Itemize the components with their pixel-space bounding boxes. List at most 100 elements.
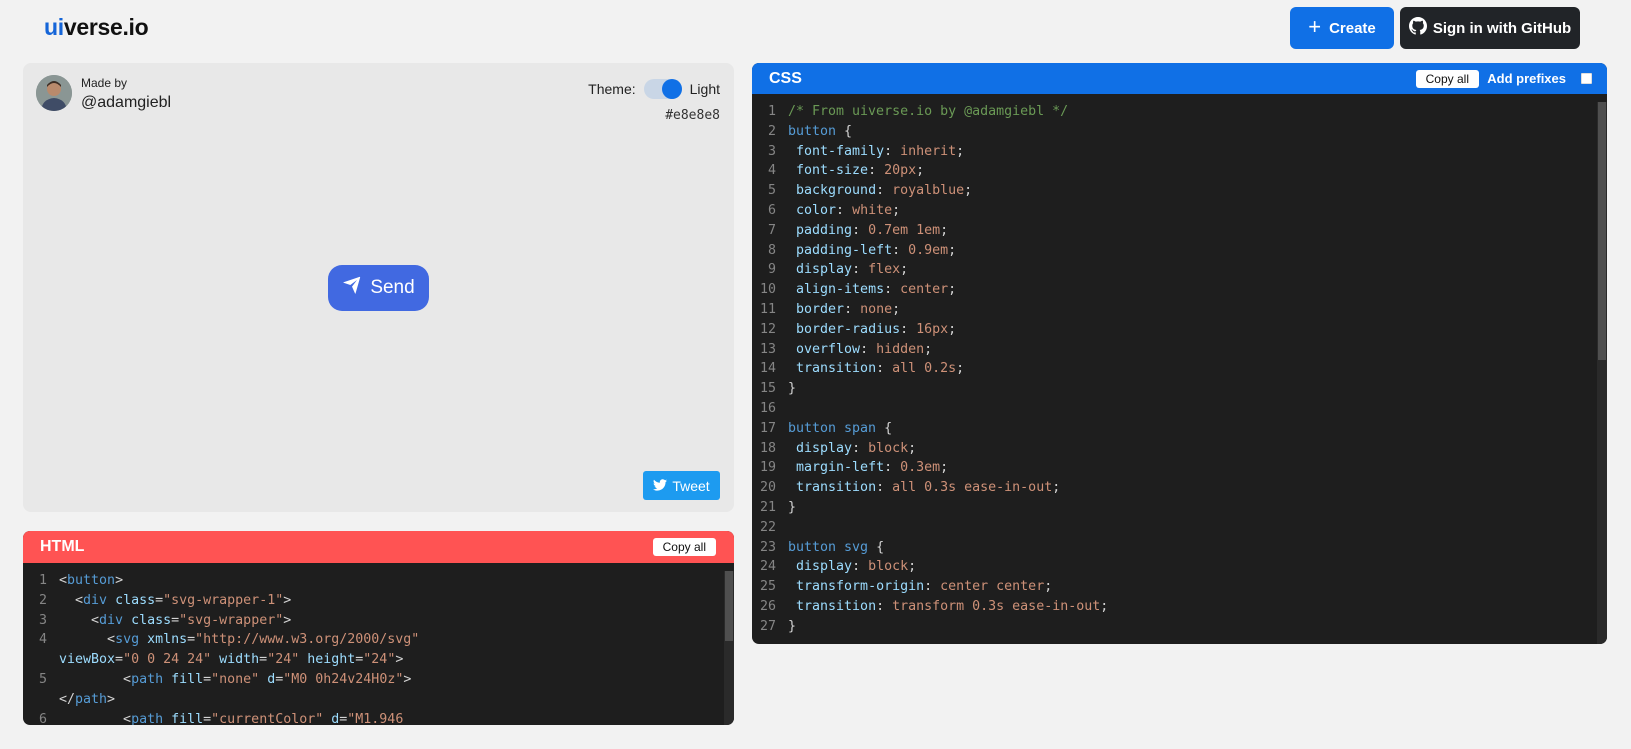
line-number <box>23 690 59 710</box>
line-number: 6 <box>38 711 47 725</box>
line-text: display: block; <box>796 440 917 456</box>
css-code-line: 1 /* From uiverse.io by @adamgiebl */ <box>752 102 1607 122</box>
line-number: 23 <box>759 539 776 555</box>
css-code-line: 15} <box>752 379 1607 399</box>
line-text: transform-origin: center center; <box>796 579 1053 595</box>
html-panel-title: HTML <box>40 538 85 555</box>
html-code-line: 2 <div class="svg-wrapper-1"> <box>23 591 734 611</box>
toggle-knob <box>661 79 682 99</box>
html-code-line: viewBox="0 0 24 24" width="24" height="2… <box>23 650 734 670</box>
html-scrollbar[interactable] <box>724 571 734 725</box>
css-panel-title: CSS <box>769 69 802 87</box>
line-number: 9 <box>767 262 776 278</box>
add-prefixes-checkbox[interactable] <box>1581 73 1592 84</box>
line-number: 20 <box>759 480 776 496</box>
html-copy-all-button[interactable]: Copy all <box>652 538 716 556</box>
line-text: <svg xmlns="http://www.w3.org/2000/svg" <box>107 632 420 648</box>
send-button-preview[interactable]: Send <box>328 265 429 311</box>
line-number: 14 <box>759 361 776 377</box>
tweet-label: Tweet <box>672 477 710 494</box>
line-number: 17 <box>759 420 776 436</box>
background-color-value[interactable]: #e8e8e8 <box>665 108 720 123</box>
html-code-line: 1 <button> <box>23 571 734 591</box>
line-text: button svg { <box>788 539 885 555</box>
line-number: 19 <box>759 460 776 476</box>
github-label: Sign in with GitHub <box>1432 19 1572 37</box>
line-number: 24 <box>759 559 776 575</box>
css-code-line: 9 display: flex; <box>752 260 1607 280</box>
line-number: 11 <box>759 301 776 317</box>
line-number: 22 <box>759 519 776 535</box>
html-panel-header: HTML Copy all <box>23 531 734 563</box>
line-number: 15 <box>759 381 776 397</box>
line-number: 12 <box>759 321 776 337</box>
line-number: 4 <box>767 163 776 179</box>
css-code-line: 23 button svg { <box>752 538 1607 558</box>
line-number: 2 <box>38 592 47 608</box>
theme-toggle[interactable] <box>643 79 682 99</box>
css-code-line: 20 transition: all 0.3s ease-in-out; <box>752 478 1607 498</box>
css-copy-all-button[interactable]: Copy all <box>1415 70 1479 88</box>
line-text: <path fill="none" d="M0 0h24v24H0z"> <box>123 671 412 687</box>
theme-value: Light <box>689 81 720 97</box>
preview-panel: Made by @adamgiebl Theme: Light #e8e8e8 … <box>23 63 734 512</box>
author-avatar[interactable] <box>36 75 72 111</box>
html-scrollbar-thumb[interactable] <box>725 571 733 641</box>
line-text: transition: all 0.2s; <box>796 361 965 377</box>
css-code-editor[interactable]: 1 /* From uiverse.io by @adamgiebl */ 2 but… <box>752 94 1607 637</box>
add-prefixes-label[interactable]: Add prefixes <box>1487 71 1566 86</box>
line-text: <div class="svg-wrapper"> <box>91 612 292 628</box>
line-number: 8 <box>767 242 776 258</box>
css-code-line: 2 button { <box>752 122 1607 142</box>
line-text: /* From uiverse.io by @adamgiebl */ <box>788 104 1069 119</box>
line-text: font-family: inherit; <box>796 143 965 159</box>
line-text: button { <box>788 123 853 139</box>
twitter-icon <box>653 478 668 494</box>
css-code-line: 14 transition: all 0.2s; <box>752 359 1607 379</box>
css-code-line: 8 padding-left: 0.9em; <box>752 241 1607 261</box>
line-text: padding: 0.7em 1em; <box>796 222 949 238</box>
line-text: } <box>788 381 797 397</box>
line-number: 27 <box>759 618 776 634</box>
css-code-line: 25 transform-origin: center center; <box>752 577 1607 597</box>
author-name[interactable]: @adamgiebl <box>81 94 171 112</box>
css-code-line: 27} <box>752 617 1607 637</box>
line-number: 25 <box>759 579 776 595</box>
line-number <box>23 650 59 670</box>
css-code-line: 4 font-size: 20px; <box>752 161 1607 181</box>
css-code-panel: CSS Copy all Add prefixes 1 /* From uiver… <box>752 63 1607 644</box>
line-number: 2 <box>767 123 776 139</box>
theme-switcher: Theme: Light <box>588 79 720 99</box>
line-number: 10 <box>759 282 776 298</box>
line-number: 6 <box>767 202 776 218</box>
css-code-line: 13 overflow: hidden; <box>752 340 1607 360</box>
css-code-line: 16 <box>752 399 1607 419</box>
css-panel-header: CSS Copy all Add prefixes <box>752 63 1607 94</box>
html-code-panel: HTML Copy all 1 <button> 2 <div class="svg… <box>23 531 734 725</box>
line-text: <path fill="currentColor" d="M1.946 <box>123 711 404 725</box>
github-icon <box>1408 17 1427 39</box>
line-text: display: flex; <box>796 262 909 278</box>
line-number: 4 <box>38 632 47 648</box>
line-text: display: block; <box>796 559 917 575</box>
line-text: color: white; <box>796 202 901 218</box>
line-text: transition: transform 0.3s ease-in-out; <box>796 598 1109 614</box>
tweet-button[interactable]: Tweet <box>643 471 720 500</box>
line-number: 1 <box>38 573 47 588</box>
logo[interactable]: uiverse.io <box>44 14 149 41</box>
css-scrollbar[interactable] <box>1597 102 1607 644</box>
line-text: } <box>788 618 797 634</box>
css-scrollbar-thumb[interactable] <box>1598 102 1606 360</box>
line-text: button span { <box>788 420 893 436</box>
line-text: viewBox="0 0 24 24" width="24" height="2… <box>59 652 404 668</box>
line-text: } <box>788 499 797 515</box>
css-code-line: 26 transition: transform 0.3s ease-in-ou… <box>752 597 1607 617</box>
line-number: 3 <box>767 143 776 159</box>
html-code-editor[interactable]: 1 <button> 2 <div class="svg-wrapper-1"> 3 … <box>23 563 734 725</box>
github-signin-button[interactable]: Sign in with GitHub <box>1400 7 1580 49</box>
css-code-line: 12 border-radius: 16px; <box>752 320 1607 340</box>
line-number: 1 <box>767 104 776 119</box>
css-code-line: 21} <box>752 498 1607 518</box>
theme-label: Theme: <box>588 81 636 97</box>
create-button[interactable]: + Create <box>1290 7 1394 49</box>
